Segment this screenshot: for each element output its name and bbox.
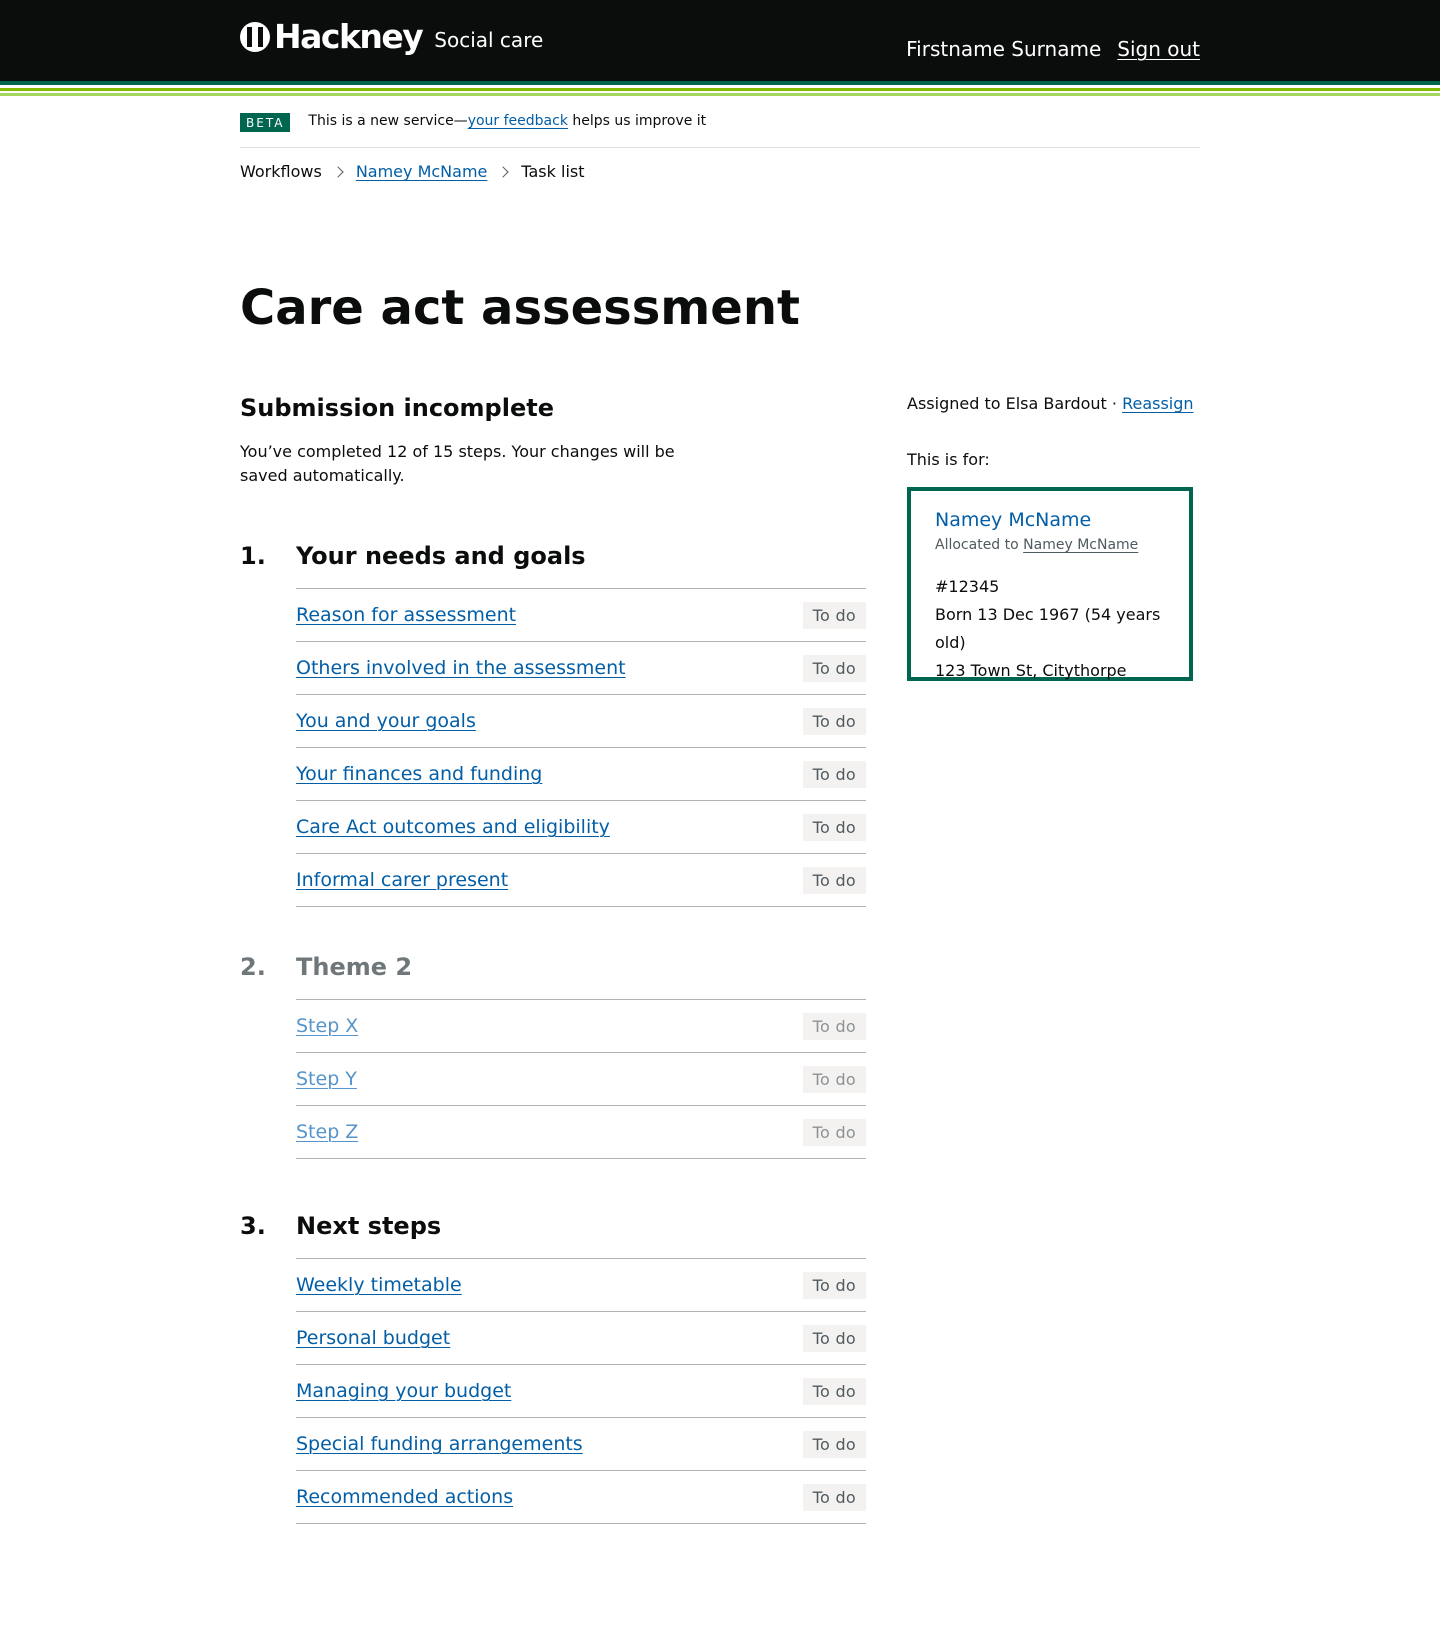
status-tag: To do: [802, 760, 866, 788]
status-tag: To do: [802, 866, 866, 894]
person-card: Namey McName Allocated to Namey McName #…: [907, 487, 1193, 681]
section-number: 3.: [240, 1212, 266, 1240]
task-link[interactable]: Others involved in the assessment: [296, 657, 626, 679]
task-link[interactable]: Step Z: [296, 1121, 358, 1143]
status-tag: To do: [802, 1271, 866, 1299]
task-link[interactable]: Weekly timetable: [296, 1274, 462, 1296]
task-link[interactable]: Recommended actions: [296, 1486, 513, 1508]
status-tag: To do: [802, 1012, 866, 1040]
breadcrumb-item-workflows[interactable]: Workflows: [240, 162, 322, 181]
status-tag: To do: [802, 1324, 866, 1352]
task-item: Recommended actions To do: [296, 1471, 866, 1524]
reassign-link[interactable]: Reassign: [1122, 394, 1193, 413]
task-link[interactable]: Step X: [296, 1015, 358, 1037]
task-list: Step X To do Step Y To do Step Z To do: [296, 999, 866, 1159]
task-item: Others involved in the assessment To do: [296, 642, 866, 695]
section-number: 1.: [240, 542, 266, 570]
task-item: Reason for assessment To do: [296, 589, 866, 642]
logo-text: Hackney: [274, 17, 424, 56]
task-item: You and your goals To do: [296, 695, 866, 748]
allocated-worker-link[interactable]: Namey McName: [1023, 537, 1138, 553]
task-item: Your finances and funding To do: [296, 748, 866, 801]
task-item: Step Z To do: [296, 1106, 866, 1159]
phase-banner-text: This is a new service—your feedback help…: [308, 113, 707, 129]
breadcrumb-item-person[interactable]: Namey McName: [356, 162, 488, 181]
status-tag: To do: [802, 601, 866, 629]
service-name[interactable]: Social care: [434, 28, 543, 52]
task-link[interactable]: Your finances and funding: [296, 763, 542, 785]
task-item: Informal carer present To do: [296, 854, 866, 907]
person-id: #12345: [935, 577, 1000, 596]
task-section: 3. Next steps Weekly timetable To do Pers…: [240, 1212, 870, 1524]
section-title: Your needs and goals: [296, 542, 586, 570]
breadcrumb-item-current: Task list: [521, 162, 585, 181]
sign-out-link[interactable]: Sign out: [1117, 37, 1200, 61]
task-item: Personal budget To do: [296, 1312, 866, 1365]
task-link[interactable]: Special funding arrangements: [296, 1433, 583, 1455]
task-item: Managing your budget To do: [296, 1365, 866, 1418]
allocated-to: Allocated to Namey McName: [935, 537, 1139, 553]
status-tag: To do: [802, 1377, 866, 1405]
task-link[interactable]: Informal carer present: [296, 869, 508, 891]
status-tag: To do: [802, 1118, 866, 1146]
section-title: Theme 2: [296, 953, 413, 981]
task-link[interactable]: Step Y: [296, 1068, 357, 1090]
status-tag: To do: [802, 813, 866, 841]
chevron-right-icon: [497, 165, 510, 178]
user-nav: Firstname Surname Sign out: [906, 37, 1200, 61]
breadcrumb: Workflows Namey McName Task list: [240, 162, 585, 181]
task-link[interactable]: Managing your budget: [296, 1380, 511, 1402]
status-tag: To do: [802, 1065, 866, 1093]
status-tag: To do: [802, 707, 866, 735]
status-title: Submission incomplete: [240, 394, 554, 422]
hackney-logo-icon: [240, 21, 270, 52]
beta-tag: BETA: [240, 113, 291, 132]
page-title: Care act assessment: [240, 280, 800, 336]
task-link[interactable]: Personal budget: [296, 1327, 450, 1349]
status-text: You’ve completed 12 of 15 steps. Your ch…: [240, 442, 675, 485]
chevron-right-icon: [332, 165, 344, 178]
user-name: Firstname Surname: [906, 37, 1102, 61]
status-tag: To do: [802, 654, 866, 682]
task-list: Reason for assessment To do Others involv…: [296, 588, 866, 907]
status-tag: To do: [802, 1483, 866, 1511]
task-item: Special funding arrangements To do: [296, 1418, 866, 1471]
feedback-link[interactable]: your feedback: [468, 113, 568, 129]
section-title: Next steps: [296, 1212, 442, 1240]
task-item: Step Y To do: [296, 1053, 866, 1106]
task-link[interactable]: Care Act outcomes and eligibility: [296, 816, 610, 838]
header-stripe: [0, 93, 1440, 96]
this-is-for-label: This is for:: [907, 450, 990, 469]
person-name-link[interactable]: Namey McName: [935, 509, 1165, 531]
task-list: Weekly timetable To do Personal budget To …: [296, 1258, 866, 1524]
task-section: 2. Theme 2 Step X To do Step Y To do Step …: [240, 953, 870, 1159]
hackney-logo[interactable]: Hackney Social care: [240, 20, 543, 53]
task-link[interactable]: You and your goals: [296, 710, 476, 732]
site-header: Hackney Social care Firstname Surname Si…: [0, 0, 1440, 81]
assigned-to: Assigned to Elsa Bardout · Reassign: [907, 394, 1194, 413]
person-dob: Born 13 Dec 1967 (54 years old): [935, 605, 1161, 652]
person-address: 123 Town St, Citythorpe: [935, 661, 1127, 680]
task-section: 1. Your needs and goals Reason for asses…: [240, 542, 870, 907]
task-item: Weekly timetable To do: [296, 1259, 866, 1312]
status-tag: To do: [802, 1430, 866, 1458]
section-number: 2.: [240, 953, 266, 981]
task-link[interactable]: Reason for assessment: [296, 604, 516, 626]
task-item: Care Act outcomes and eligibility To do: [296, 801, 866, 854]
task-item: Step X To do: [296, 1000, 866, 1053]
phase-banner: BETA This is a new service—your feedback…: [240, 108, 1200, 148]
